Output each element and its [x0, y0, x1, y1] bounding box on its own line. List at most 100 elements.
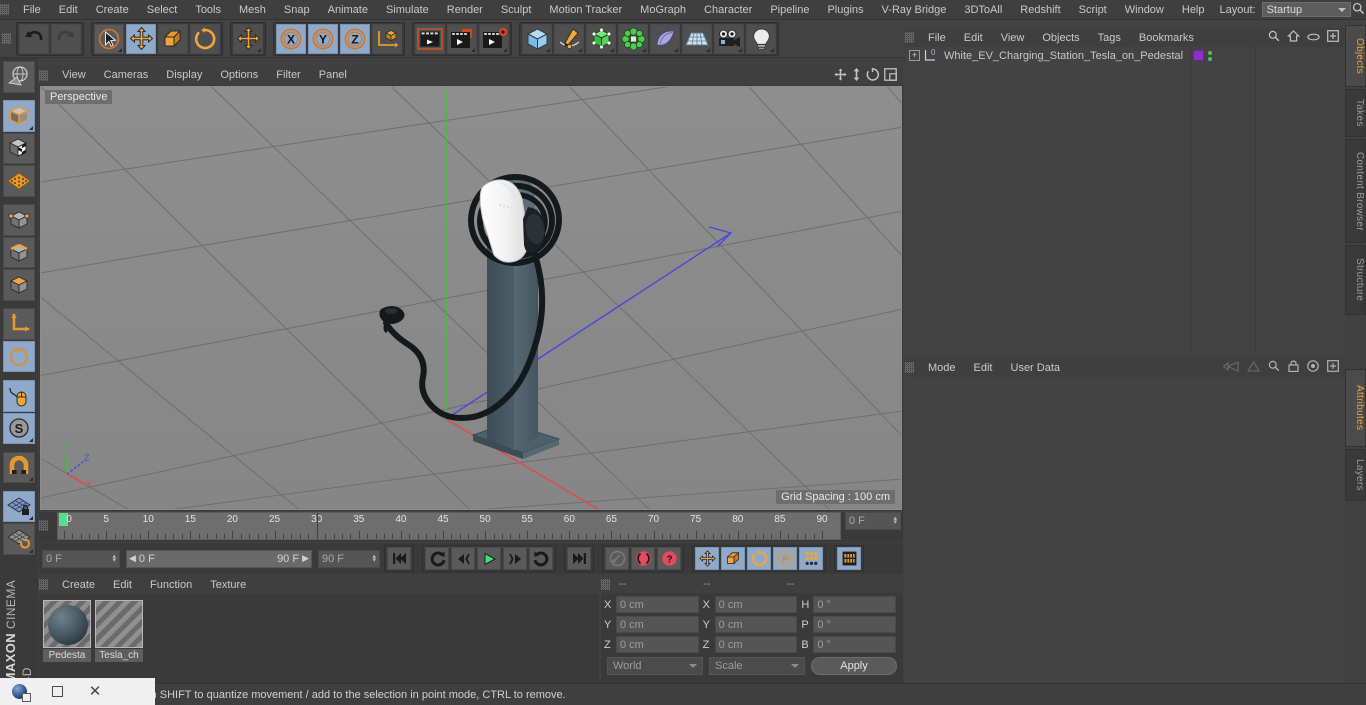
render-view-icon[interactable] [415, 23, 445, 54]
attribute-menu-edit[interactable]: Edit [965, 358, 1002, 378]
history-back-icon[interactable] [1222, 360, 1239, 375]
spline-pen-icon[interactable] [554, 23, 584, 54]
menu-edit[interactable]: Edit [50, 0, 87, 20]
max-frame-field[interactable]: 90 F ▴ ▾ [318, 549, 380, 568]
target-icon[interactable] [1307, 360, 1319, 375]
render-settings-icon[interactable] [479, 23, 509, 54]
ellipse-icon[interactable] [1307, 32, 1320, 44]
magnet-icon[interactable] [3, 451, 35, 484]
material-thumbnail[interactable] [43, 600, 91, 648]
material-menu-function[interactable]: Function [141, 575, 201, 595]
select-cursor-icon[interactable] [94, 23, 124, 54]
step-back-keyframe-icon[interactable] [425, 547, 449, 570]
step-forward-icon[interactable] [503, 547, 527, 570]
polygon-mode-icon[interactable] [3, 269, 35, 301]
menu-animate[interactable]: Animate [319, 0, 377, 20]
menu-render[interactable]: Render [438, 0, 492, 20]
material-item[interactable]: Tesla_ch [95, 600, 143, 662]
position-y-field[interactable]: 0 cm [616, 616, 699, 633]
tab-structure[interactable]: Structure [1345, 245, 1366, 315]
material-menu-edit[interactable]: Edit [104, 575, 141, 595]
cube-primitive-icon[interactable] [522, 23, 552, 54]
point-mode-icon[interactable] [3, 204, 35, 236]
object-menu-bookmarks[interactable]: Bookmarks [1130, 28, 1203, 48]
object-menu-file[interactable]: File [919, 28, 955, 48]
material-menu-texture[interactable]: Texture [201, 575, 255, 595]
key-position-icon[interactable] [695, 547, 719, 570]
menu-script[interactable]: Script [1070, 0, 1116, 20]
size-z-field[interactable]: 0 cm [714, 636, 798, 653]
s-snap-icon[interactable]: S [3, 412, 35, 445]
viewport-grip[interactable] [39, 70, 48, 81]
rotation-p-field[interactable]: 0 ° [813, 616, 897, 633]
step-forward-keyframe-icon[interactable] [529, 547, 553, 570]
add-tab-icon[interactable] [1327, 360, 1339, 375]
workplane-rotate-icon[interactable] [3, 523, 35, 555]
floor-icon[interactable] [682, 23, 712, 54]
timeline-icon[interactable] [837, 547, 861, 570]
dolly-icon[interactable] [852, 67, 861, 84]
render-picture-viewer-icon[interactable] [447, 23, 477, 54]
viewport-menu-cameras[interactable]: Cameras [95, 66, 158, 85]
rotation-h-field[interactable]: 0 ° [813, 596, 897, 613]
menu-simulate[interactable]: Simulate [377, 0, 438, 20]
menu-vray-bridge[interactable]: V-Ray Bridge [873, 0, 956, 20]
move-icon[interactable] [126, 23, 156, 54]
visibility-dot-render[interactable] [1208, 56, 1212, 61]
axis-mode-icon[interactable] [3, 308, 35, 340]
menu-create[interactable]: Create [87, 0, 138, 20]
menu-file[interactable]: File [14, 0, 50, 20]
material-menu-create[interactable]: Create [53, 575, 104, 595]
viewport-menu-panel[interactable]: Panel [310, 66, 356, 85]
scale-icon[interactable] [158, 23, 188, 54]
deformer-icon[interactable] [618, 23, 648, 54]
menubar-grip[interactable] [0, 4, 9, 15]
start-orb[interactable] [11, 684, 31, 702]
menu-plugins[interactable]: Plugins [818, 0, 872, 20]
timeline-grip[interactable] [39, 520, 48, 531]
viewport-menu-options[interactable]: Options [211, 66, 267, 85]
spinner-icon[interactable]: ▴ ▾ [112, 553, 116, 564]
menu-tools[interactable]: Tools [186, 0, 230, 20]
menu-mograph[interactable]: MoGraph [631, 0, 695, 20]
history-forward-icon[interactable] [1247, 360, 1260, 375]
step-back-icon[interactable] [451, 547, 475, 570]
expand-toggle-icon[interactable]: + [909, 50, 920, 61]
rotate-icon[interactable] [190, 23, 220, 54]
viewport-menu-display[interactable]: Display [157, 66, 211, 85]
toolbar-grip[interactable] [2, 33, 11, 44]
menu-mesh[interactable]: Mesh [230, 0, 275, 20]
go-to-start-icon[interactable] [387, 547, 411, 570]
autokey-icon[interactable] [605, 547, 629, 570]
mouse-icon[interactable] [3, 379, 35, 412]
position-x-field[interactable]: 0 cm [616, 596, 699, 613]
add-layer-icon[interactable] [1327, 30, 1339, 45]
frame-range-slider[interactable]: ◀ 0 F 90 F ▶ [126, 549, 312, 568]
menu-sculpt[interactable]: Sculpt [492, 0, 541, 20]
key-scale-icon[interactable] [721, 547, 745, 570]
close-window-icon[interactable]: ✕ [76, 678, 114, 705]
undo-icon[interactable] [19, 23, 49, 54]
size-x-field[interactable]: 0 cm [714, 596, 798, 613]
viewport-lock-icon[interactable] [3, 340, 35, 373]
material-tag-icon[interactable] [1193, 50, 1204, 61]
attribute-manager-grip[interactable] [905, 362, 914, 373]
workplane-icon[interactable] [3, 165, 35, 197]
search-icon[interactable] [1268, 30, 1280, 45]
attribute-menu-user-data[interactable]: User Data [1002, 358, 1070, 378]
generator-icon[interactable] [586, 23, 616, 54]
rotation-b-field[interactable]: 0 ° [813, 636, 897, 653]
home-icon[interactable] [1286, 30, 1301, 45]
viewport-canvas[interactable]: Perspective Grid Spacing : 100 cm Y X Z [40, 86, 902, 510]
pan-icon[interactable] [834, 68, 847, 84]
rotate-view-icon[interactable] [866, 67, 880, 84]
model-mode-icon[interactable] [3, 100, 35, 132]
material-thumbnail[interactable] [95, 600, 143, 648]
menu-3dtoall[interactable]: 3DToAll [955, 0, 1011, 20]
redo-icon[interactable] [51, 23, 81, 54]
spinner-icon[interactable]: ▴ ▾ [893, 515, 897, 526]
object-row[interactable]: + 0 White_EV_Charging_Station_Tesla_on_P… [905, 47, 1345, 64]
visibility-dots-icon[interactable] [1208, 50, 1212, 61]
tab-attributes[interactable]: Attributes [1345, 369, 1366, 447]
range-left-arrow-icon[interactable]: ◀ [129, 553, 136, 564]
